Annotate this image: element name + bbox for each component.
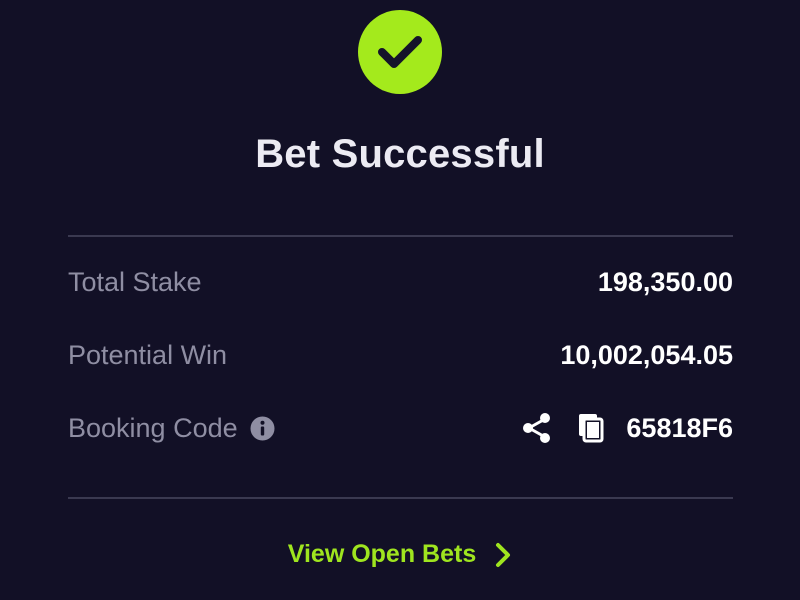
potential-win-label: Potential Win [68,339,228,370]
page-title: Bet Successful [255,132,545,176]
divider [68,235,733,237]
divider [68,497,733,499]
booking-code-value[interactable]: 65818F6 [626,413,733,444]
booking-code-actions: 65818F6 [520,411,733,445]
view-open-bets-link[interactable]: View Open Bets [0,540,800,569]
potential-win-value: 10,002,054.05 [560,339,733,370]
view-open-bets-label: View Open Bets [287,540,477,568]
booking-code-label: Booking Code [68,412,238,443]
check-circle-icon [358,10,442,94]
booking-code-row: Booking Code 65818F6 [68,408,733,448]
total-stake-row: Total Stake 198,350.00 [68,262,733,302]
share-icon[interactable] [520,411,554,445]
chevron-right-icon [494,542,512,568]
potential-win-row: Potential Win 10,002,054.05 [68,335,733,375]
total-stake-label: Total Stake [68,266,202,297]
bet-success-screen: Bet Successful Total Stake 198,350.00 Po… [0,0,800,600]
info-icon[interactable] [250,416,275,441]
booking-code-label-group: Booking Code [68,413,275,444]
copy-icon[interactable] [576,413,604,443]
total-stake-value: 198,350.00 [597,266,733,297]
